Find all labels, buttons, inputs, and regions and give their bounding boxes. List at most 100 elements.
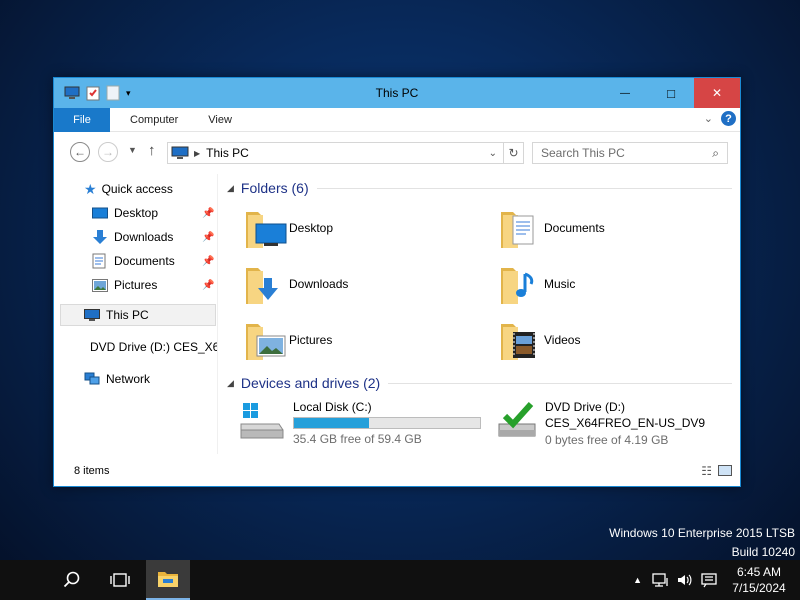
- downloads-icon: [93, 230, 107, 244]
- build-watermark: Build 10240: [731, 545, 795, 559]
- tab-computer[interactable]: Computer: [110, 108, 192, 132]
- volume-icon[interactable]: [676, 572, 694, 588]
- nav-label: DVD Drive (D:) CES_X64FREO_EN-US_DV9: [90, 340, 217, 354]
- folder-downloads[interactable]: Downloads: [244, 262, 348, 306]
- minimize-button[interactable]: —: [602, 78, 648, 108]
- search-placeholder: Search This PC: [541, 146, 625, 160]
- address-bar[interactable]: ▶ This PC ⌄ ↻: [167, 142, 524, 164]
- this-pc-icon: [171, 146, 189, 159]
- network-status-icon[interactable]: [652, 572, 670, 588]
- breadcrumb-separator-icon[interactable]: ▶: [194, 149, 200, 158]
- close-button[interactable]: ✕: [694, 78, 740, 108]
- status-bar: 8 items ☷: [54, 456, 740, 486]
- nav-network[interactable]: Network: [84, 368, 150, 390]
- folder-label: Desktop: [289, 221, 334, 235]
- nav-downloads[interactable]: Downloads 📌: [92, 226, 218, 248]
- pin-icon[interactable]: 📌: [202, 280, 214, 291]
- this-pc-icon: [64, 86, 80, 99]
- forward-button[interactable]: →: [98, 142, 118, 162]
- content-pane: ◢ Folders (6) Desktop Documents Download…: [219, 174, 740, 454]
- music-folder-icon: [501, 268, 534, 304]
- refresh-button[interactable]: ↻: [503, 143, 523, 163]
- large-icons-view-icon[interactable]: [718, 465, 732, 476]
- nav-pictures[interactable]: Pictures 📌: [92, 274, 218, 296]
- tab-file[interactable]: File: [54, 107, 110, 132]
- drive-free-space: 35.4 GB free of 59.4 GB: [293, 432, 422, 446]
- nav-this-pc[interactable]: This PC: [60, 304, 216, 326]
- nav-quick-access[interactable]: ★ Quick access: [84, 178, 173, 200]
- customize-qat-icon[interactable]: ▾: [126, 88, 131, 99]
- nav-desktop[interactable]: Desktop 📌: [92, 202, 218, 224]
- videos-folder-icon: [501, 324, 535, 360]
- pictures-icon: [92, 278, 108, 292]
- minimize-icon: —: [620, 87, 630, 99]
- task-view-button[interactable]: [96, 560, 144, 600]
- edition-watermark: Windows 10 Enterprise 2015 LTSB: [609, 526, 795, 540]
- address-path[interactable]: This PC: [206, 146, 249, 160]
- folder-label: Documents: [544, 221, 605, 235]
- folder-videos[interactable]: Videos: [499, 318, 580, 362]
- maximize-icon: □: [667, 85, 675, 101]
- collapse-icon: ◢: [227, 377, 234, 388]
- search-input[interactable]: Search This PC ⌕: [532, 142, 728, 164]
- nav-documents[interactable]: Documents 📌: [92, 250, 218, 272]
- documents-icon: [92, 253, 106, 269]
- clock[interactable]: 6:45 AM 7/15/2024: [726, 564, 792, 596]
- devices-group-header[interactable]: ◢ Devices and drives (2): [227, 375, 732, 391]
- this-pc-icon: [84, 308, 100, 321]
- up-button[interactable]: ↑: [148, 142, 156, 159]
- quick-access-toolbar: ▾: [54, 85, 131, 101]
- action-center-icon[interactable]: [700, 572, 718, 588]
- help-icon[interactable]: ?: [721, 111, 736, 126]
- clock-date: 7/15/2024: [732, 581, 786, 595]
- nav-label: Downloads: [114, 230, 174, 244]
- folder-documents[interactable]: Documents: [499, 206, 605, 250]
- documents-folder-icon: [501, 212, 534, 248]
- drive-dvd[interactable]: DVD Drive (D:) CES_X64FREO_EN-US_DV9 0 b…: [497, 400, 705, 447]
- clock-time: 6:45 AM: [736, 565, 782, 579]
- ribbon: File Computer View ⌄ ?: [54, 107, 740, 132]
- folders-group-header[interactable]: ◢ Folders (6): [227, 180, 732, 196]
- pin-icon[interactable]: 📌: [202, 208, 214, 219]
- drive-name: Local Disk (C:): [293, 400, 372, 414]
- downloads-folder-icon: [246, 268, 278, 304]
- properties-icon[interactable]: [86, 85, 100, 101]
- explorer-window: ▾ This PC — □ ✕ File Computer View ⌄ ? ←…: [53, 77, 741, 487]
- system-tray: ▲ 6:45 AM 7/15/2024: [633, 560, 800, 600]
- pin-icon[interactable]: 📌: [202, 232, 214, 243]
- nav-label: Desktop: [114, 206, 159, 220]
- folder-desktop[interactable]: Desktop: [244, 206, 333, 250]
- drive-free-space: 0 bytes free of 4.19 GB: [545, 433, 669, 447]
- nav-label: Documents: [114, 254, 175, 268]
- folder-music[interactable]: Music: [499, 262, 575, 306]
- title-bar[interactable]: ▾ This PC — □ ✕: [54, 78, 740, 108]
- tab-view[interactable]: View: [192, 108, 246, 132]
- nav-dvd-drive[interactable]: DVD Drive (D:) CES_X64FREO_EN-US_DV9: [84, 336, 217, 358]
- nav-label: Pictures: [114, 278, 158, 292]
- folder-label: Pictures: [289, 333, 333, 347]
- file-explorer-icon: [158, 572, 178, 587]
- desktop-icon: [92, 207, 108, 218]
- search-icon: [63, 571, 80, 588]
- new-folder-icon[interactable]: [106, 85, 120, 101]
- show-hidden-icons-icon[interactable]: ▲: [633, 575, 642, 585]
- desktop-folder-icon: [246, 212, 287, 248]
- pictures-folder-icon: [246, 324, 286, 360]
- search-button[interactable]: [48, 560, 96, 600]
- task-view-icon: [110, 573, 130, 587]
- nav-label: Network: [106, 372, 151, 386]
- address-dropdown-icon[interactable]: ⌄: [489, 148, 497, 159]
- pin-icon[interactable]: 📌: [202, 256, 214, 267]
- drive-name: DVD Drive (D:): [545, 400, 625, 414]
- drive-label: CES_X64FREO_EN-US_DV9: [545, 416, 706, 430]
- start-button[interactable]: [0, 560, 48, 600]
- drive-local-disk[interactable]: Local Disk (C:) 35.4 GB free of 59.4 GB: [239, 400, 481, 446]
- windows-logo-icon: [16, 572, 23, 579]
- recent-locations-icon[interactable]: ▼: [128, 145, 137, 155]
- folder-pictures[interactable]: Pictures: [244, 318, 332, 362]
- maximize-button[interactable]: □: [648, 78, 694, 108]
- back-button[interactable]: ←: [70, 142, 90, 162]
- details-view-icon[interactable]: ☷: [701, 464, 712, 478]
- file-explorer-taskbar-button[interactable]: [146, 560, 190, 600]
- expand-ribbon-icon[interactable]: ⌄: [704, 112, 713, 125]
